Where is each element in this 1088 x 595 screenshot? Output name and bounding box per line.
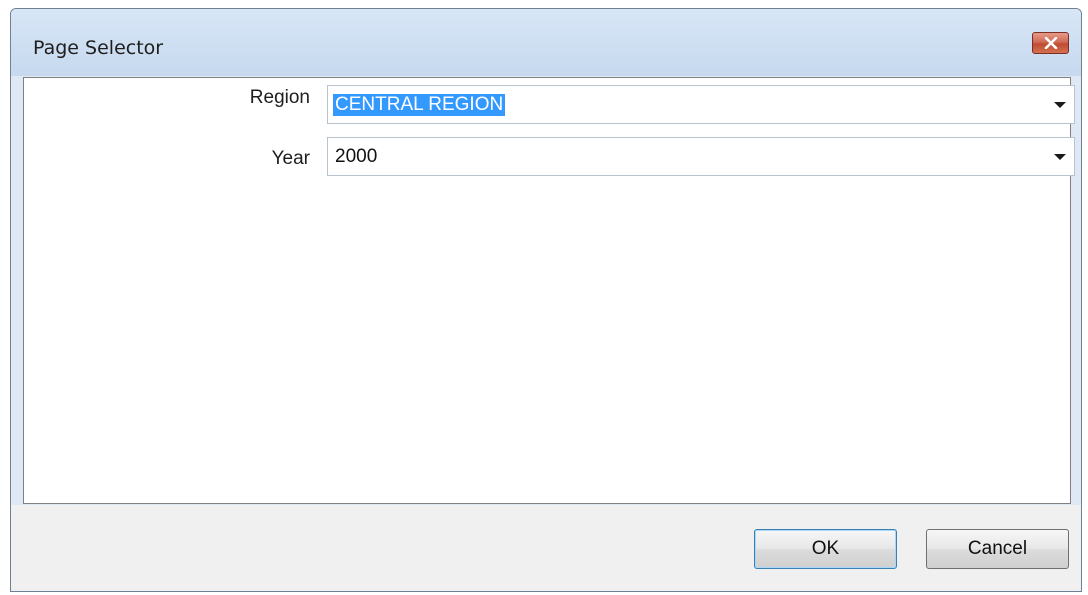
title-bar[interactable]: Page Selector — [11, 9, 1081, 76]
close-icon — [1044, 37, 1057, 49]
window-title: Page Selector — [33, 37, 164, 59]
region-value: CENTRAL REGION — [333, 94, 506, 116]
chevron-down-icon[interactable] — [1054, 102, 1066, 108]
form-panel: Region CENTRAL REGION Year 2000 — [23, 77, 1075, 504]
chevron-down-icon[interactable] — [1054, 154, 1066, 160]
region-label: Region — [249, 87, 310, 108]
close-button[interactable] — [1032, 32, 1069, 54]
year-label: Year — [271, 148, 310, 169]
region-dropdown[interactable]: CENTRAL REGION — [327, 85, 1075, 124]
page-selector-dialog: Page Selector Region CENTRAL REGION Year… — [10, 8, 1082, 592]
year-value: 2000 — [335, 146, 378, 167]
cancel-button[interactable]: Cancel — [926, 529, 1069, 569]
ok-button[interactable]: OK — [754, 529, 897, 569]
year-dropdown[interactable]: 2000 — [327, 137, 1075, 176]
button-bar: OK Cancel — [11, 505, 1081, 591]
